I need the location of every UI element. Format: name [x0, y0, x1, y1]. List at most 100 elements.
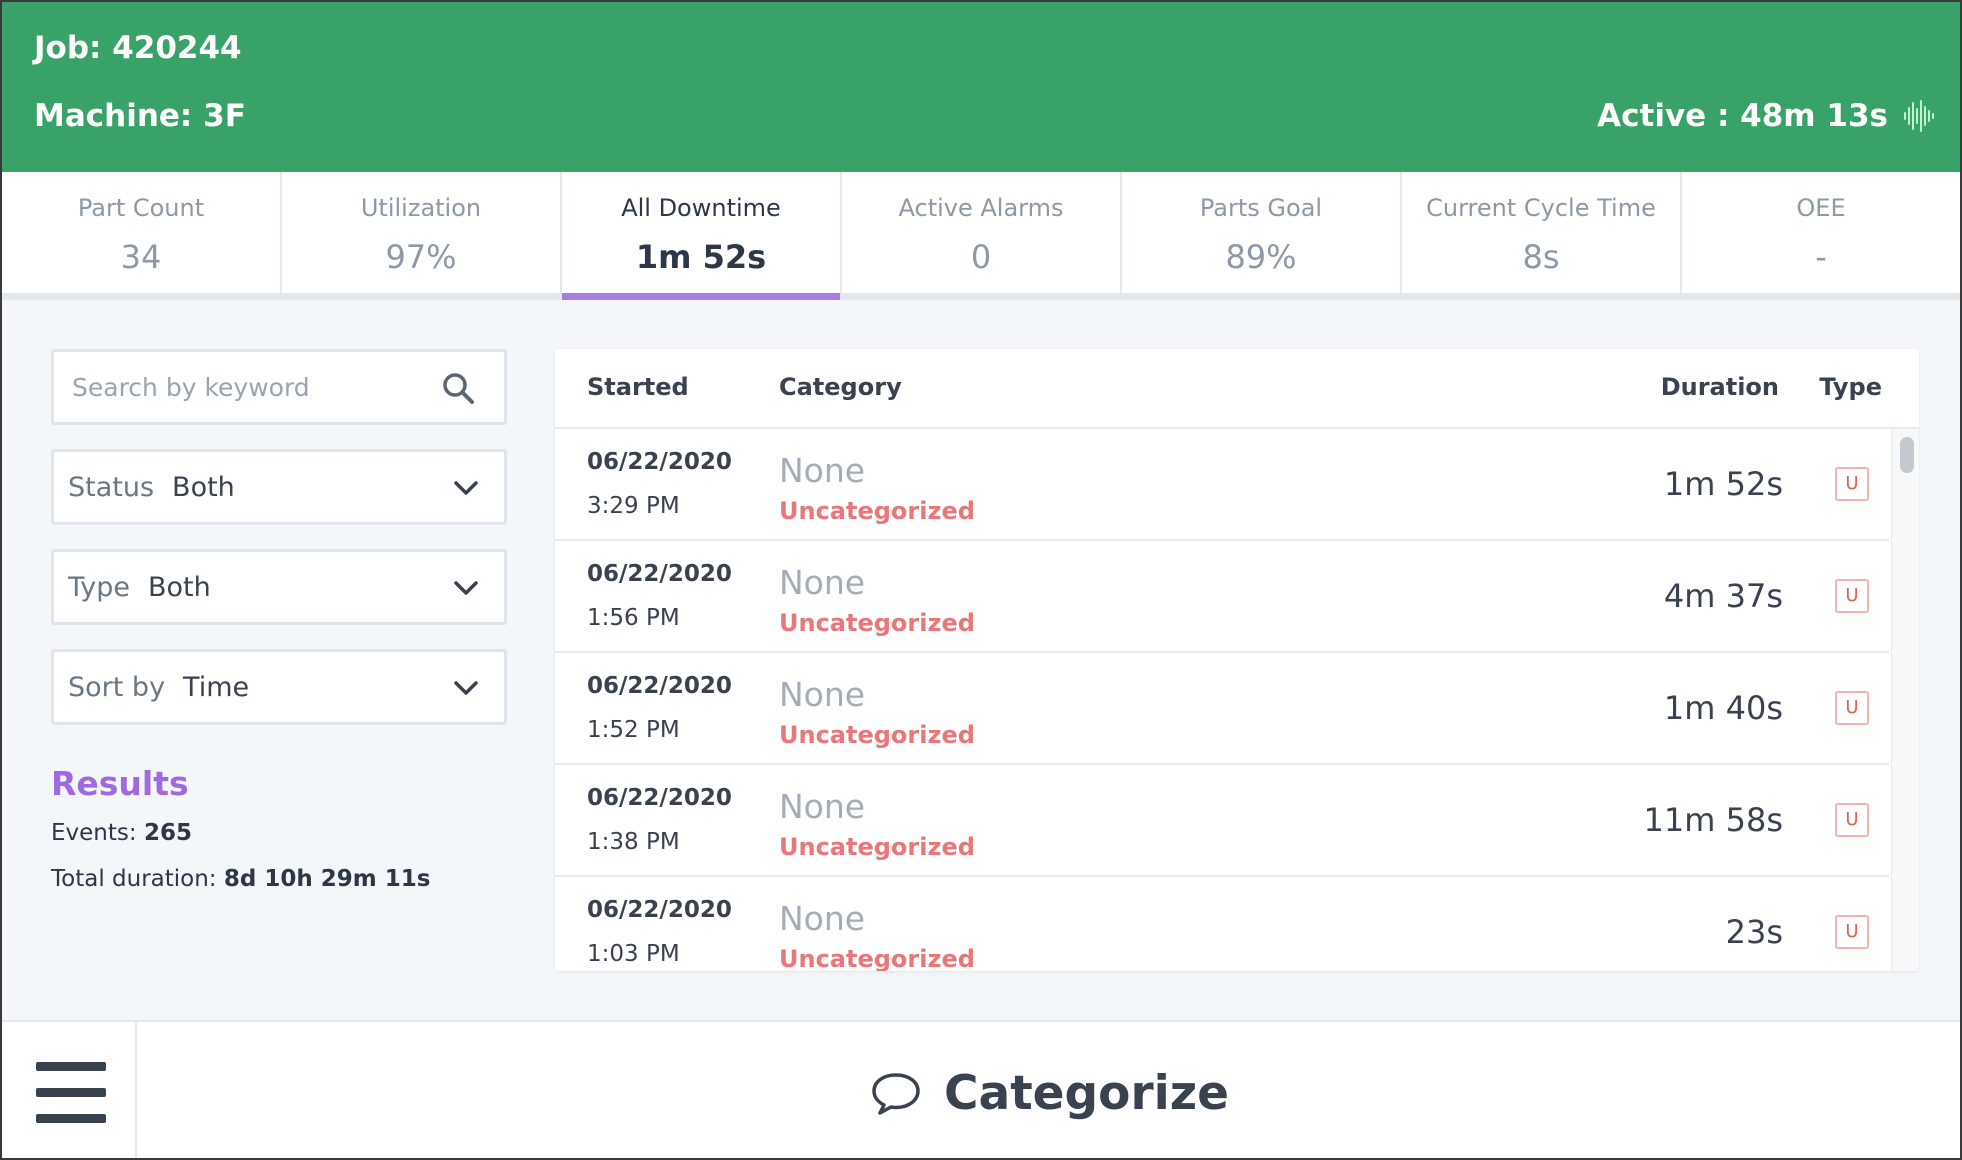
- row-subcategory: Uncategorized: [779, 497, 975, 525]
- row-category: None: [779, 675, 866, 714]
- column-type[interactable]: Type: [1819, 373, 1882, 401]
- tab-parts-goal[interactable]: Parts Goal 89%: [1122, 172, 1402, 293]
- machine-name: Machine: 3F: [34, 98, 246, 134]
- search-icon[interactable]: [440, 370, 476, 406]
- chevron-down-icon: [454, 581, 478, 595]
- scrollbar-thumb[interactable]: [1900, 437, 1914, 473]
- column-started[interactable]: Started: [587, 373, 689, 401]
- row-type-badge: U: [1835, 915, 1869, 949]
- tab-active-alarms[interactable]: Active Alarms 0: [842, 172, 1122, 293]
- tab-part-count[interactable]: Part Count 34: [2, 172, 282, 293]
- stat-value: 89%: [1225, 238, 1297, 276]
- waveform-icon: [1904, 100, 1934, 132]
- type-select-value: Both: [148, 571, 211, 603]
- stat-value: 1m 52s: [635, 238, 767, 276]
- results-heading: Results: [51, 764, 189, 803]
- row-type-badge: U: [1835, 467, 1869, 501]
- sort-select[interactable]: Sort by Time: [51, 649, 507, 725]
- stat-label: OEE: [1796, 194, 1846, 222]
- table-row[interactable]: 06/22/2020 1:38 PM None Uncategorized 11…: [555, 765, 1889, 877]
- column-category[interactable]: Category: [779, 373, 902, 401]
- row-time: 1:38 PM: [587, 829, 680, 855]
- row-date: 06/22/2020: [587, 897, 732, 923]
- row-date: 06/22/2020: [587, 561, 732, 587]
- stats-tab-bar: Part Count 34 Utilization 97% All Downti…: [2, 172, 1960, 300]
- row-type-badge: U: [1835, 579, 1869, 613]
- column-duration[interactable]: Duration: [1661, 373, 1779, 401]
- row-category: None: [779, 899, 866, 938]
- stat-value: 0: [970, 238, 992, 276]
- stat-label: Part Count: [77, 194, 205, 222]
- row-time: 1:52 PM: [587, 717, 680, 743]
- row-category: None: [779, 787, 866, 826]
- stat-label: Active Alarms: [898, 194, 1064, 222]
- categorize-label: Categorize: [943, 1065, 1229, 1121]
- events-value: 265: [143, 820, 192, 846]
- row-subcategory: Uncategorized: [779, 833, 975, 861]
- events-label: Events:: [51, 820, 137, 846]
- stat-label: Parts Goal: [1199, 194, 1323, 222]
- events-count: Events: 265: [51, 820, 192, 846]
- stat-value: -: [1815, 238, 1827, 276]
- stat-value: 34: [120, 238, 162, 276]
- stat-value: 8s: [1522, 238, 1560, 276]
- row-date: 06/22/2020: [587, 449, 732, 475]
- row-type-badge: U: [1835, 691, 1869, 725]
- search-input[interactable]: [72, 372, 432, 402]
- row-duration: 4m 37s: [1663, 577, 1783, 615]
- total-duration: Total duration: 8d 10h 29m 11s: [51, 866, 430, 892]
- tab-all-downtime[interactable]: All Downtime 1m 52s: [562, 172, 842, 300]
- row-category: None: [779, 563, 866, 602]
- stat-label: Utilization: [360, 194, 482, 222]
- row-time: 1:56 PM: [587, 605, 680, 631]
- row-subcategory: Uncategorized: [779, 945, 975, 971]
- table-scrollbar[interactable]: [1891, 429, 1919, 971]
- row-category: None: [779, 451, 866, 490]
- categorize-button[interactable]: Categorize: [139, 1022, 1960, 1158]
- active-duration: Active : 48m 13s: [1597, 98, 1888, 134]
- sort-select-value: Time: [183, 671, 250, 703]
- row-subcategory: Uncategorized: [779, 609, 975, 637]
- status-select-value: Both: [172, 471, 235, 503]
- row-date: 06/22/2020: [587, 785, 732, 811]
- row-time: 3:29 PM: [587, 493, 680, 519]
- active-status: Active : 48m 13s: [1597, 98, 1936, 134]
- search-box: [51, 349, 507, 425]
- row-type-badge: U: [1835, 803, 1869, 837]
- row-duration: 23s: [1725, 913, 1783, 951]
- row-subcategory: Uncategorized: [779, 721, 975, 749]
- total-duration-value: 8d 10h 29m 11s: [223, 866, 431, 892]
- speech-bubble-icon: [872, 1073, 920, 1115]
- row-time: 1:03 PM: [587, 941, 680, 967]
- app-frame: Job: 420244 Machine: 3F Active : 48m 13s: [0, 0, 1962, 1160]
- row-duration: 1m 40s: [1663, 689, 1783, 727]
- type-select-label: Type: [68, 571, 131, 603]
- table-row[interactable]: 06/22/2020 1:56 PM None Uncategorized 4m…: [555, 541, 1889, 653]
- table-row[interactable]: 06/22/2020 1:52 PM None Uncategorized 1m…: [555, 653, 1889, 765]
- stat-label: Current Cycle Time: [1426, 194, 1656, 222]
- chevron-down-icon: [454, 481, 478, 495]
- stat-value: 97%: [385, 238, 457, 276]
- tab-utilization[interactable]: Utilization 97%: [282, 172, 562, 293]
- status-select[interactable]: Status Both: [51, 449, 507, 525]
- row-duration: 1m 52s: [1663, 465, 1783, 503]
- table-header: Started Category Duration Type: [555, 349, 1919, 429]
- row-duration: 11m 58s: [1643, 801, 1783, 839]
- tab-current-cycle-time[interactable]: Current Cycle Time 8s: [1402, 172, 1682, 293]
- footer-bar: Categorize: [2, 1020, 1960, 1158]
- type-select[interactable]: Type Both: [51, 549, 507, 625]
- table-body: 06/22/2020 3:29 PM None Uncategorized 1m…: [555, 429, 1889, 971]
- downtime-table: Started Category Duration Type 06/22/202…: [555, 349, 1919, 971]
- table-row[interactable]: 06/22/2020 1:03 PM None Uncategorized 23…: [555, 877, 1889, 971]
- chevron-down-icon: [454, 681, 478, 695]
- total-duration-label: Total duration:: [51, 866, 217, 892]
- status-select-label: Status: [68, 471, 155, 503]
- row-date: 06/22/2020: [587, 673, 732, 699]
- sort-select-label: Sort by: [68, 671, 166, 703]
- tab-oee[interactable]: OEE -: [1682, 172, 1960, 293]
- job-header: Job: 420244 Machine: 3F Active : 48m 13s: [2, 2, 1960, 172]
- menu-button[interactable]: [2, 1022, 137, 1158]
- stat-label: All Downtime: [621, 194, 781, 222]
- job-number: Job: 420244: [34, 30, 242, 66]
- table-row[interactable]: 06/22/2020 3:29 PM None Uncategorized 1m…: [555, 429, 1889, 541]
